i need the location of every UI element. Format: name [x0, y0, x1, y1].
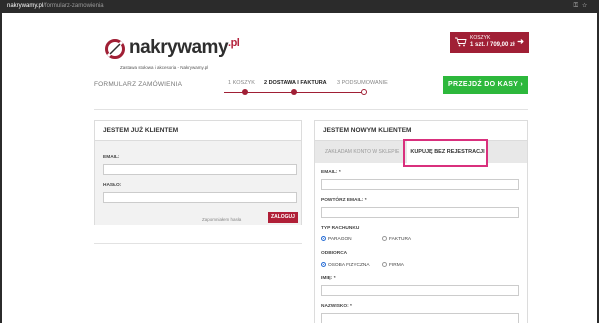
key-icon[interactable]: ⚿	[574, 3, 583, 9]
proceed-to-checkout-button[interactable]: PRZEJDŹ DO KASY ›	[443, 76, 528, 94]
radio-unselected-icon	[382, 262, 387, 267]
logo-tagline: Zastawa stołowa i akcesoria - Nakrywamy.…	[120, 65, 209, 70]
page-title: FORMULARZ ZAMÓWIENIA	[94, 81, 183, 88]
email-label: EMAIL: *	[321, 170, 341, 175]
browser-window: nakrywamy.pl/formularz-zamowienia ⚿☆ nak…	[2, 0, 597, 323]
cart-icon	[455, 37, 467, 47]
login-button[interactable]: ZALOGUJ	[268, 212, 298, 223]
last-name-field[interactable]	[321, 313, 519, 323]
star-icon[interactable]: ☆	[582, 3, 591, 9]
radio-company[interactable]: FIRMA	[382, 262, 404, 268]
forgot-password-link[interactable]: Zapomniałem hasła	[202, 217, 241, 222]
step-dot-active	[291, 89, 297, 95]
login-form: EMAIL: HASŁO: Zapomniałem hasła ZALOGUJ	[95, 141, 301, 225]
progress-line-active	[294, 92, 364, 93]
existing-customer-heading: JESTEM JUŻ KLIENTEM	[95, 121, 301, 141]
cart-summary: 1 szt. / 709,00 zł	[470, 42, 515, 48]
login-email-label: EMAIL:	[103, 155, 120, 160]
first-name-field[interactable]	[321, 285, 519, 296]
radio-selected-icon	[321, 262, 326, 267]
address-bar-icons: ⚿☆	[574, 0, 591, 13]
progress-line-done	[224, 92, 294, 93]
first-name-label: IMIĘ: *	[321, 276, 336, 281]
login-email-input[interactable]	[103, 164, 297, 175]
arrow-right-icon: ➜	[517, 37, 524, 46]
header-divider	[94, 109, 528, 110]
login-password-input[interactable]	[103, 192, 297, 203]
logo-name: nakrywamy	[129, 37, 229, 58]
step-cart[interactable]: 1 KOSZYK	[228, 80, 255, 86]
radio-unselected-icon	[382, 236, 387, 241]
existing-customer-panel: JESTEM JUŻ KLIENTEM EMAIL: HASŁO: Zapomn…	[94, 120, 302, 225]
repeat-email-label: POWTÓRZ EMAIL: *	[321, 198, 367, 203]
tab-create-account[interactable]: ZAKŁADAM KONTO W SKLEPIE	[325, 149, 399, 155]
radio-receipt-label: PARAGON	[328, 236, 352, 242]
new-customer-heading: JESTEM NOWYM KLIENTEM	[315, 121, 527, 141]
highlight-box	[403, 139, 488, 167]
left-divider	[94, 243, 302, 244]
radio-private-person-label: OSOBA FIZYCZNA	[328, 262, 370, 268]
step-delivery: 2 DOSTAWA I FAKTURA	[264, 80, 327, 86]
repeat-email-field[interactable]	[321, 207, 519, 218]
checkout-page: nakrywamy.pl Zastawa stołowa i akcesoria…	[2, 13, 597, 323]
cart-button[interactable]: KOSZYK 1 szt. / 709,00 zł ➜	[450, 32, 529, 53]
checkout-steps: 1 KOSZYK 2 DOSTAWA I FAKTURA 3 PODSUMOWA…	[224, 79, 404, 99]
url-path: /formularz-zamowienia	[43, 3, 104, 9]
radio-selected-icon	[321, 236, 326, 241]
last-name-label: NAZWISKO: *	[321, 304, 352, 309]
recipient-label: ODBIORCA	[321, 251, 348, 256]
logo-wordmark: nakrywamy.pl	[129, 37, 240, 59]
login-password-label: HASŁO:	[103, 183, 122, 188]
step-dot-todo	[361, 89, 367, 95]
account-type-label: TYP RACHUNKU	[321, 226, 360, 231]
radio-receipt[interactable]: PARAGON	[321, 236, 352, 242]
site-logo[interactable]: nakrywamy.pl Zastawa stołowa i akcesoria…	[104, 34, 240, 72]
step-dot-done	[242, 89, 248, 95]
url-host: nakrywamy.pl	[7, 3, 44, 9]
cart-label: KOSZYK	[470, 35, 491, 41]
address-bar[interactable]: nakrywamy.pl/formularz-zamowienia ⚿☆	[2, 0, 597, 13]
radio-private-person[interactable]: OSOBA FIZYCZNA	[321, 262, 370, 268]
logo-mark-icon	[105, 39, 125, 59]
step-summary: 3 PODSUMOWANIE	[337, 80, 388, 86]
email-field[interactable]	[321, 179, 519, 190]
radio-invoice[interactable]: FAKTURA	[382, 236, 411, 242]
radio-company-label: FIRMA	[389, 262, 404, 268]
radio-invoice-label: FAKTURA	[389, 236, 412, 242]
logo-suffix: .pl	[228, 37, 240, 49]
